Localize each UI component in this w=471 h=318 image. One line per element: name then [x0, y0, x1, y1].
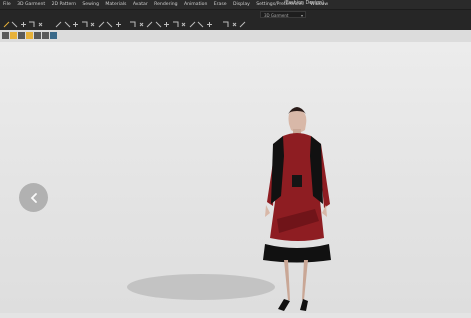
avatar-icon[interactable] — [2, 32, 9, 39]
texture-icon[interactable] — [230, 20, 238, 28]
transform-icon[interactable] — [171, 20, 179, 28]
menu-item-display[interactable]: Display — [230, 0, 253, 9]
pattern-icon[interactable] — [18, 32, 25, 39]
symmetry-icon[interactable] — [222, 20, 230, 28]
scale-icon[interactable] — [28, 20, 36, 28]
measure-icon[interactable] — [106, 20, 114, 28]
menu-item-erase[interactable]: Erase — [211, 0, 230, 9]
workspace-label: (Fashion Design) — [284, 1, 324, 6]
strengthen-icon[interactable] — [146, 20, 154, 28]
menu-item-file[interactable]: File — [0, 0, 14, 9]
sub-toolbar — [0, 30, 471, 42]
grid-icon[interactable] — [197, 20, 205, 28]
menu-item-3d-garment[interactable]: 3D Garment — [14, 0, 49, 9]
fabric-icon[interactable] — [26, 32, 33, 39]
mode-label: 3D Garment — [264, 13, 289, 18]
line-icon[interactable] — [55, 20, 63, 28]
arrange-icon[interactable] — [129, 20, 137, 28]
menu-item-rendering[interactable]: Rendering — [151, 0, 181, 9]
snap-icon[interactable] — [205, 20, 213, 28]
3d-viewport[interactable] — [0, 42, 471, 313]
back-button[interactable] — [19, 183, 48, 212]
rotate-icon[interactable] — [19, 20, 27, 28]
tape-icon[interactable] — [188, 20, 196, 28]
camera-icon[interactable] — [180, 20, 188, 28]
move-icon[interactable] — [11, 20, 19, 28]
chevron-down-icon: ▾ — [300, 13, 303, 18]
menu-item-sewing[interactable]: Sewing — [79, 0, 102, 9]
tack-icon[interactable] — [72, 20, 80, 28]
point-icon[interactable] — [36, 20, 44, 28]
weld-icon[interactable] — [154, 20, 162, 28]
fold-icon[interactable] — [80, 20, 88, 28]
mode-selector[interactable]: 3D Garment ▾ — [260, 11, 306, 18]
export-icon[interactable] — [50, 32, 57, 39]
chevron-left-icon — [30, 192, 37, 203]
garment-icon[interactable] — [10, 32, 17, 39]
flatten-icon[interactable] — [137, 20, 145, 28]
lock-icon[interactable] — [42, 32, 49, 39]
menu-item-animation[interactable]: Animation — [181, 0, 211, 9]
render-icon[interactable] — [163, 20, 171, 28]
cut-icon[interactable] — [97, 20, 105, 28]
menu-bar: File 3D Garment 2D Pattern Sewing Materials A… — [0, 0, 471, 9]
pin-icon[interactable] — [63, 20, 71, 28]
drape-icon[interactable] — [114, 20, 122, 28]
main-toolbar: 3D Garment ▾ — [0, 9, 471, 31]
menu-item-avatar[interactable]: Avatar — [130, 0, 151, 9]
select-icon[interactable] — [2, 20, 10, 28]
avatar-model[interactable] — [255, 104, 337, 318]
menu-item-materials[interactable]: Materials — [102, 0, 129, 9]
menu-item-2d-pattern[interactable]: 2D Pattern — [48, 0, 79, 9]
settings-icon[interactable] — [239, 20, 247, 28]
avatar-shadow — [127, 274, 275, 300]
zip-icon[interactable] — [89, 20, 97, 28]
wire-icon[interactable] — [34, 32, 41, 39]
